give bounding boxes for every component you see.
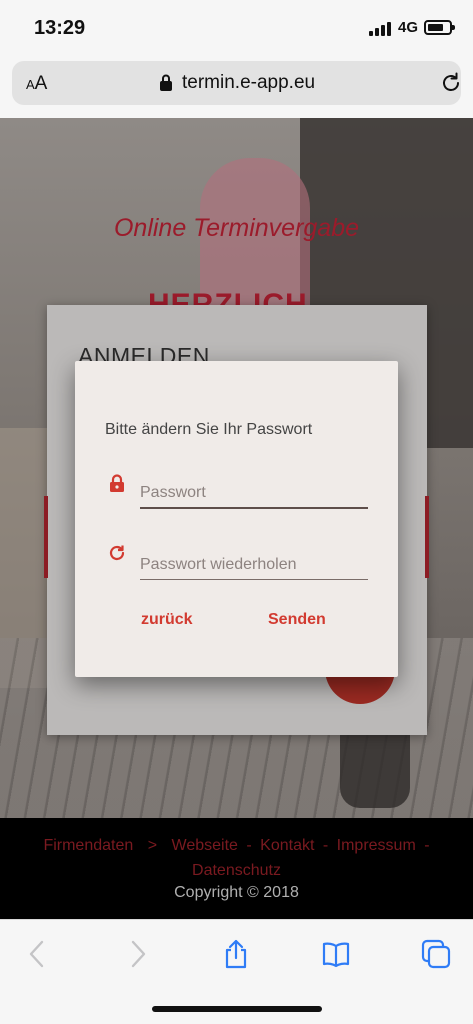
send-button[interactable]: Senden xyxy=(268,611,326,629)
bookmarks-icon[interactable] xyxy=(320,938,352,970)
password-input[interactable] xyxy=(140,473,368,509)
share-icon[interactable] xyxy=(220,938,252,970)
password-field[interactable] xyxy=(140,473,368,513)
footer-link-company-data[interactable]: Firmendaten xyxy=(43,837,133,854)
copyright-text: Copyright © 2018 xyxy=(174,884,299,901)
lock-icon xyxy=(110,474,124,492)
home-indicator[interactable] xyxy=(152,1006,322,1012)
login-card-edge-right xyxy=(425,496,429,578)
footer-dash: - xyxy=(246,837,252,854)
refresh-icon xyxy=(109,545,125,561)
footer-link-imprint[interactable]: Impressum xyxy=(337,837,416,854)
footer-links: Firmendaten > Webseite - Kontakt - Impre… xyxy=(30,833,443,883)
page-footer: Firmendaten > Webseite - Kontakt - Impre… xyxy=(0,818,473,919)
battery-icon xyxy=(424,20,455,35)
tabs-icon[interactable] xyxy=(420,938,452,970)
footer-link-contact[interactable]: Kontakt xyxy=(260,837,314,854)
screen: 13:29 4G AA termin.e-app.eu Online Termi… xyxy=(0,0,473,1024)
back-icon[interactable] xyxy=(22,938,54,970)
page-headline: Online Terminvergabe xyxy=(113,214,360,242)
lock-icon xyxy=(160,74,172,91)
footer-link-privacy[interactable]: Datenschutz xyxy=(192,862,281,879)
login-card-edge-left xyxy=(44,496,48,578)
footer-dash: - xyxy=(322,837,329,854)
footer-separator: > xyxy=(147,837,158,854)
repeat-password-field[interactable] xyxy=(140,544,368,584)
status-bar: 13:29 4G xyxy=(0,0,473,56)
url-text[interactable]: termin.e-app.eu xyxy=(182,72,315,94)
dialog-title: Bitte ändern Sie Ihr Passwort xyxy=(105,421,313,438)
change-password-dialog: Bitte ändern Sie Ihr Passwort zurück Sen… xyxy=(75,361,398,677)
footer-dash: - xyxy=(424,837,430,854)
back-button[interactable]: zurück xyxy=(141,611,193,629)
repeat-password-input[interactable] xyxy=(140,544,368,580)
network-type: 4G xyxy=(398,19,419,36)
signal-icon xyxy=(369,22,393,36)
footer-link-website[interactable]: Webseite xyxy=(172,837,238,854)
address-bar[interactable]: AA termin.e-app.eu xyxy=(12,61,461,105)
status-time: 13:29 xyxy=(34,17,86,39)
reload-icon[interactable] xyxy=(440,72,462,94)
forward-icon[interactable] xyxy=(121,938,153,970)
text-size-button[interactable]: AA xyxy=(26,73,47,95)
